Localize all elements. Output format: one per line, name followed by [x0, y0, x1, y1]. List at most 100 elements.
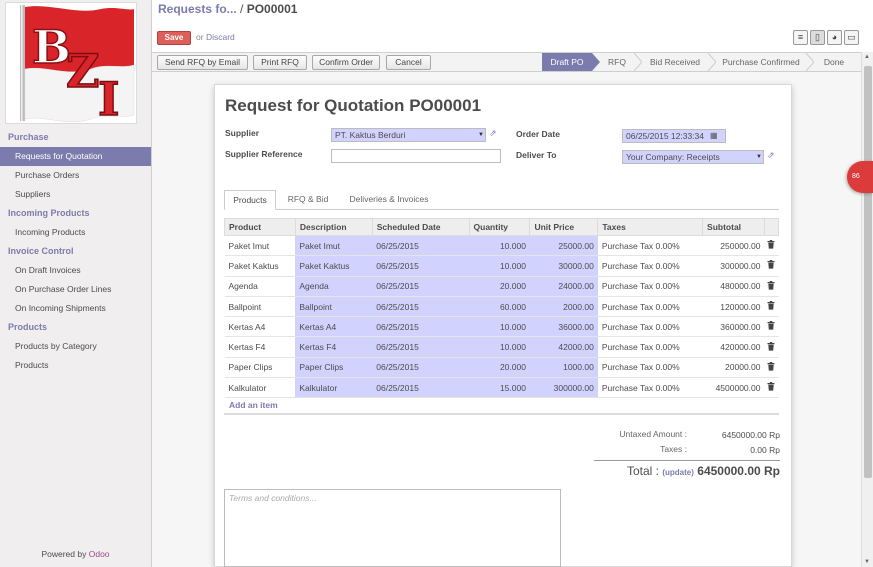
- notification-badge[interactable]: 86: [847, 161, 873, 193]
- cell-quantity[interactable]: 20.000: [469, 357, 530, 379]
- column-header-unit-price[interactable]: Unit Price: [529, 218, 599, 236]
- column-header-scheduled-date[interactable]: Scheduled Date: [371, 218, 470, 236]
- cell-quantity[interactable]: 10.000: [469, 255, 530, 277]
- sidebar-item-suppliers[interactable]: Suppliers: [0, 185, 151, 204]
- cell-scheduled-date[interactable]: 06/25/2015: [372, 316, 470, 338]
- cell-description[interactable]: Kertas A4: [295, 316, 373, 338]
- sidebar-item-purchase-orders[interactable]: Purchase Orders: [0, 166, 151, 185]
- cell-taxes[interactable]: Purchase Tax 0.00%: [597, 377, 703, 399]
- scroll-down-icon[interactable]: ▼: [864, 559, 870, 565]
- trash-icon[interactable]: [764, 357, 779, 379]
- cell-description[interactable]: Kertas F4: [295, 336, 373, 358]
- cell-unit-price[interactable]: 25000.00: [529, 235, 598, 257]
- trash-icon[interactable]: [764, 276, 779, 297]
- cell-scheduled-date[interactable]: 06/25/2015: [372, 296, 470, 318]
- cell-subtotal[interactable]: 250000.00: [702, 235, 765, 257]
- tab-deliveries-invoices[interactable]: Deliveries & Invoices: [342, 190, 436, 210]
- sidebar-item-on-incoming-shipments[interactable]: On Incoming Shipments: [0, 299, 151, 318]
- cell-subtotal[interactable]: 480000.00: [702, 276, 765, 297]
- cell-unit-price[interactable]: 1000.00: [529, 357, 598, 379]
- chevron-down-icon[interactable]: ▼: [756, 154, 762, 160]
- cancel-button[interactable]: Cancel: [386, 55, 431, 70]
- supplier-reference-field[interactable]: [331, 149, 501, 163]
- column-header-quantity[interactable]: Quantity: [468, 218, 531, 236]
- table-row[interactable]: Kalkulator Kalkulator 06/25/2015 15.000 3000…: [224, 377, 779, 399]
- update-link[interactable]: (update): [662, 468, 694, 477]
- scrollbar[interactable]: ▲ ▼: [861, 52, 873, 567]
- terms-and-conditions-field[interactable]: Terms and conditions...: [224, 489, 561, 567]
- sidebar-item-incoming-products[interactable]: Incoming Products: [0, 223, 151, 242]
- odoo-link[interactable]: Odoo: [89, 549, 110, 559]
- cell-unit-price[interactable]: 30000.00: [529, 255, 598, 277]
- cell-product[interactable]: Ballpoint: [224, 296, 296, 318]
- cell-quantity[interactable]: 10.000: [469, 235, 530, 257]
- cell-subtotal[interactable]: 4500000.00: [702, 377, 765, 399]
- confirm-order-button[interactable]: Confirm Order: [312, 55, 380, 70]
- cell-subtotal[interactable]: 360000.00: [702, 316, 765, 338]
- cell-taxes[interactable]: Purchase Tax 0.00%: [597, 336, 703, 358]
- cell-product[interactable]: Paket Imut: [224, 235, 296, 257]
- cell-description[interactable]: Agenda: [295, 276, 373, 297]
- sidebar-item-products-by-category[interactable]: Products by Category: [0, 337, 151, 356]
- stage-draft-po[interactable]: Draft PO: [542, 53, 592, 71]
- cell-taxes[interactable]: Purchase Tax 0.00%: [597, 296, 703, 318]
- table-row[interactable]: Kertas F4 Kertas F4 06/25/2015 10.000 42000.…: [224, 336, 779, 358]
- scroll-thumb[interactable]: [864, 66, 872, 478]
- send-rfq-by-email-button[interactable]: Send RFQ by Email: [157, 55, 248, 70]
- cell-taxes[interactable]: Purchase Tax 0.00%: [597, 316, 703, 338]
- cell-description[interactable]: Kalkulator: [295, 377, 373, 399]
- external-link-icon[interactable]: ⇗: [767, 150, 775, 161]
- table-row[interactable]: Paket Kaktus Paket Kaktus 06/25/2015 10.000…: [224, 255, 779, 277]
- cell-taxes[interactable]: Purchase Tax 0.00%: [597, 255, 703, 277]
- cell-product[interactable]: Paper Clips: [224, 357, 296, 379]
- trash-icon[interactable]: [764, 296, 779, 318]
- table-row[interactable]: Paper Clips Paper Clips 06/25/2015 20.000 10…: [224, 357, 779, 379]
- cell-unit-price[interactable]: 300000.00: [529, 377, 598, 399]
- cell-subtotal[interactable]: 20000.00: [702, 357, 765, 379]
- cell-taxes[interactable]: Purchase Tax 0.00%: [597, 235, 703, 257]
- sidebar-item-products[interactable]: Products: [0, 356, 151, 375]
- cell-scheduled-date[interactable]: 06/25/2015: [372, 255, 470, 277]
- stage-bid-received[interactable]: Bid Received: [642, 53, 708, 71]
- form-view-icon[interactable]: ▯: [810, 30, 825, 45]
- column-header-product[interactable]: Product: [224, 218, 296, 236]
- cell-subtotal[interactable]: 300000.00: [702, 255, 765, 277]
- table-row[interactable]: Ballpoint Ballpoint 06/25/2015 60.000 2000.0…: [224, 296, 779, 318]
- cell-unit-price[interactable]: 36000.00: [529, 316, 598, 338]
- table-row[interactable]: Paket Imut Paket Imut 06/25/2015 10.000 2500…: [224, 235, 779, 257]
- trash-icon[interactable]: [764, 336, 779, 358]
- table-row[interactable]: Kertas A4 Kertas A4 06/25/2015 10.000 36000.…: [224, 316, 779, 338]
- trash-icon[interactable]: [764, 255, 779, 277]
- cell-scheduled-date[interactable]: 06/25/2015: [372, 357, 470, 379]
- trash-icon[interactable]: [764, 235, 779, 257]
- breadcrumb-parent[interactable]: Requests fo...: [158, 2, 237, 16]
- stage-purchase-confirmed[interactable]: Purchase Confirmed: [716, 53, 806, 71]
- graph-view-icon[interactable]: ◕: [827, 30, 842, 45]
- table-row[interactable]: Agenda Agenda 06/25/2015 20.000 24000.00 Purc…: [224, 276, 779, 297]
- cell-description[interactable]: Paket Kaktus: [295, 255, 373, 277]
- column-header-description[interactable]: Description: [294, 218, 373, 236]
- tab-products[interactable]: Products: [224, 190, 276, 210]
- cell-scheduled-date[interactable]: 06/25/2015: [372, 336, 470, 358]
- scroll-up-icon[interactable]: ▲: [864, 54, 870, 60]
- cell-quantity[interactable]: 10.000: [469, 316, 530, 338]
- external-link-icon[interactable]: ⇗: [489, 128, 497, 139]
- add-an-item-link[interactable]: Add an item: [229, 400, 278, 410]
- calendar-view-icon[interactable]: ▭: [844, 30, 859, 45]
- deliver-to-field[interactable]: Your Company: Receipts: [622, 150, 764, 164]
- cell-product[interactable]: Agenda: [224, 276, 296, 297]
- column-header-taxes[interactable]: Taxes: [597, 218, 704, 236]
- column-header-subtotal[interactable]: Subtotal: [702, 218, 765, 236]
- cell-description[interactable]: Paket Imut: [295, 235, 373, 257]
- cell-scheduled-date[interactable]: 06/25/2015: [372, 276, 470, 297]
- cell-product[interactable]: Paket Kaktus: [224, 255, 296, 277]
- trash-icon[interactable]: [764, 377, 779, 399]
- cell-product[interactable]: Kertas A4: [224, 316, 296, 338]
- save-button[interactable]: Save: [157, 31, 191, 45]
- calendar-icon[interactable]: ▦: [710, 131, 718, 140]
- chevron-down-icon[interactable]: ▼: [478, 132, 484, 138]
- cell-quantity[interactable]: 10.000: [469, 336, 530, 358]
- cell-subtotal[interactable]: 120000.00: [702, 296, 765, 318]
- cell-unit-price[interactable]: 42000.00: [529, 336, 598, 358]
- cell-taxes[interactable]: Purchase Tax 0.00%: [597, 276, 703, 297]
